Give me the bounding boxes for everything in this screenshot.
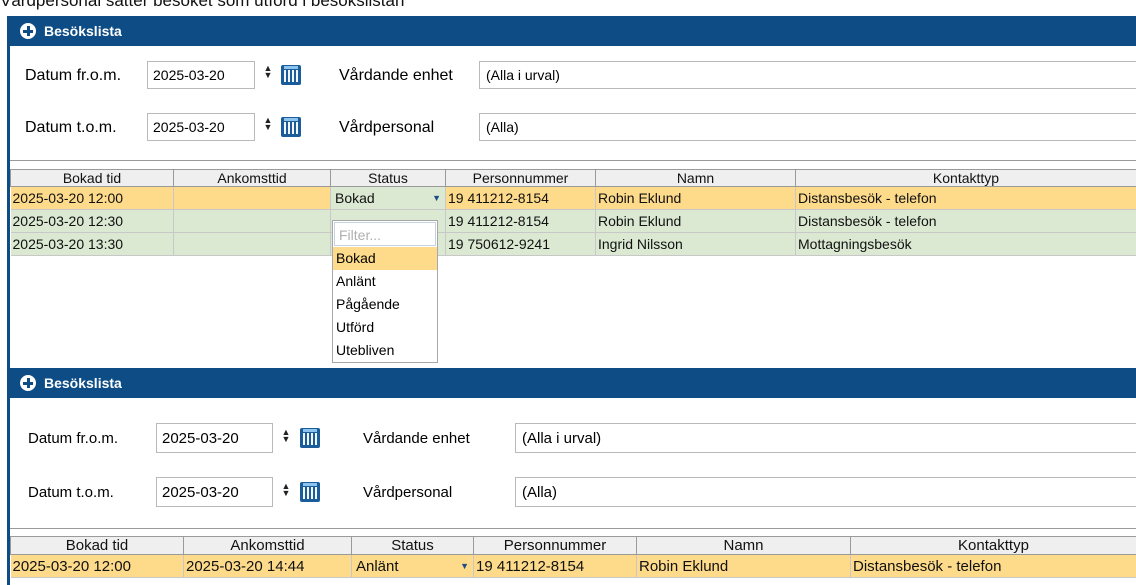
status-value: Anlänt <box>356 557 399 575</box>
column-header[interactable]: Ankomsttid <box>173 169 331 187</box>
unit-label: Vårdande enhet <box>339 67 453 84</box>
arrival-time-cell <box>173 232 331 256</box>
column-header[interactable]: Status <box>330 169 446 187</box>
booked-time-cell: 2025-03-20 13:30 <box>10 232 174 256</box>
date-to-spinner-icon[interactable]: ▲ ▼ <box>263 116 273 132</box>
visit-table: Bokad tid Ankomsttid Status Personnummer… <box>10 536 1136 578</box>
name-cell: Robin Eklund <box>595 209 796 233</box>
column-header[interactable]: Bokad tid <box>10 169 174 187</box>
booked-time-cell: 2025-03-20 12:30 <box>10 209 174 233</box>
filter-area: Datum fr.o.m. 2025-03-20 ▲ ▼ Vårdande enh… <box>10 46 1136 160</box>
staff-label: Vårdpersonal <box>339 119 435 136</box>
arrival-time-cell <box>173 209 331 233</box>
personal-number-cell: 19 411212-8154 <box>445 186 596 210</box>
date-from-input[interactable]: 2025-03-20 <box>156 423 273 453</box>
personal-number-cell: 19 750612-9241 <box>445 232 596 256</box>
calendar-icon[interactable] <box>300 482 320 502</box>
column-header[interactable]: Personnummer <box>445 169 596 187</box>
status-value: Bokad <box>335 190 375 206</box>
filter-area: Datum fr.o.m. 2025-03-20 ▲ ▼ Vårdande enh… <box>10 398 1136 528</box>
contact-type-cell: Distansbesök - telefon <box>795 186 1136 210</box>
arrival-time-cell: 2025-03-20 14:44 <box>183 554 352 578</box>
dropdown-arrow-icon[interactable]: ▼ <box>432 193 441 203</box>
unit-label: Vårdande enhet <box>363 430 470 447</box>
caption: Vårdpersonal sätter besöket som utförd i… <box>0 0 405 10</box>
date-to-label: Datum t.o.m. <box>25 119 117 136</box>
arrival-time-cell <box>173 186 331 210</box>
date-from-spinner-icon[interactable]: ▲ ▼ <box>263 64 273 80</box>
status-option-bokad[interactable]: Bokad <box>333 247 437 270</box>
column-header[interactable]: Namn <box>636 536 851 555</box>
status-dropdown[interactable]: Bokad ▼ <box>331 187 445 209</box>
unit-select[interactable]: (Alla i urval) <box>479 61 1136 89</box>
date-to-input[interactable]: 2025-03-20 <box>147 113 255 141</box>
panel-titlebar: Besökslista <box>10 368 1136 398</box>
status-cell[interactable]: Bokad ▼ <box>330 186 446 210</box>
column-header[interactable]: Kontakttyp <box>795 169 1136 187</box>
status-dropdown-list: Filter... Bokad Anlänt Pågående Utförd U… <box>332 220 438 363</box>
column-header[interactable]: Kontakttyp <box>850 536 1136 555</box>
table-row[interactable]: 2025-03-20 12:30 19 411212-8154 Robin Ek… <box>10 209 1136 233</box>
contact-type-cell: Distansbesök - telefon <box>795 209 1136 233</box>
status-option-utebliven[interactable]: Utebliven <box>333 339 437 362</box>
name-cell: Ingrid Nilsson <box>595 232 796 256</box>
date-to-input[interactable]: 2025-03-20 <box>156 477 273 507</box>
date-from-spinner-icon[interactable]: ▲ ▼ <box>281 428 291 444</box>
column-header[interactable]: Ankomsttid <box>183 536 352 555</box>
name-cell: Robin Eklund <box>595 186 796 210</box>
panel-title: Besökslista <box>44 23 122 39</box>
calendar-icon[interactable] <box>300 428 320 448</box>
status-dropdown[interactable]: Anlänt ▼ <box>352 555 473 577</box>
visit-list-panel-1: Besökslista Datum fr.o.m. 2025-03-20 ▲ ▼ … <box>7 16 1136 368</box>
column-header[interactable]: Status <box>351 536 474 555</box>
staff-select[interactable]: (Alla) <box>515 477 1136 507</box>
booked-time-cell: 2025-03-20 12:00 <box>10 186 174 210</box>
status-option-utford[interactable]: Utförd <box>333 316 437 339</box>
date-to-label: Datum t.o.m. <box>28 484 114 501</box>
panel-title: Besökslista <box>44 375 122 391</box>
unit-select[interactable]: (Alla i urval) <box>515 423 1136 453</box>
status-cell[interactable]: Anlänt ▼ <box>351 554 474 578</box>
plus-circle-icon <box>20 375 36 391</box>
calendar-icon[interactable] <box>281 65 301 85</box>
date-from-label: Datum fr.o.m. <box>25 67 122 84</box>
divider <box>10 528 1136 529</box>
table-row[interactable]: 2025-03-20 12:00 Bokad ▼ 19 411212-8154 … <box>10 186 1136 210</box>
status-option-pagaende[interactable]: Pågående <box>333 293 437 316</box>
column-header[interactable]: Personnummer <box>473 536 637 555</box>
date-from-input[interactable]: 2025-03-20 <box>147 61 255 89</box>
name-cell: Robin Eklund <box>636 554 851 578</box>
personal-number-cell: 19 411212-8154 <box>445 209 596 233</box>
calendar-icon[interactable] <box>281 117 301 137</box>
contact-type-cell: Mottagningsbesök <box>795 232 1136 256</box>
dropdown-arrow-icon[interactable]: ▼ <box>460 561 469 571</box>
booked-time-cell: 2025-03-20 12:00 <box>10 554 184 578</box>
staff-label: Vårdpersonal <box>363 484 453 501</box>
dropdown-filter-input[interactable]: Filter... <box>334 222 436 246</box>
date-to-spinner-icon[interactable]: ▲ ▼ <box>281 482 291 498</box>
table-row[interactable]: 2025-03-20 13:30 19 750612-9241 Ingrid N… <box>10 232 1136 256</box>
table-row[interactable]: 2025-03-20 12:00 2025-03-20 14:44 Anlänt… <box>10 554 1136 578</box>
personal-number-cell: 19 411212-8154 <box>473 554 637 578</box>
column-header[interactable]: Namn <box>595 169 796 187</box>
visit-table: Bokad tid Ankomsttid Status Personnummer… <box>10 169 1136 256</box>
panel-titlebar: Besökslista <box>10 16 1136 46</box>
divider <box>10 160 1136 161</box>
plus-circle-icon <box>20 23 36 39</box>
date-from-label: Datum fr.o.m. <box>28 430 119 447</box>
status-option-anlant[interactable]: Anlänt <box>333 270 437 293</box>
visit-list-panel-2: Besökslista Datum fr.o.m. 2025-03-20 ▲ ▼ … <box>7 368 1136 585</box>
staff-select[interactable]: (Alla) <box>479 113 1136 141</box>
column-header[interactable]: Bokad tid <box>10 536 184 555</box>
contact-type-cell: Distansbesök - telefon <box>850 554 1136 578</box>
